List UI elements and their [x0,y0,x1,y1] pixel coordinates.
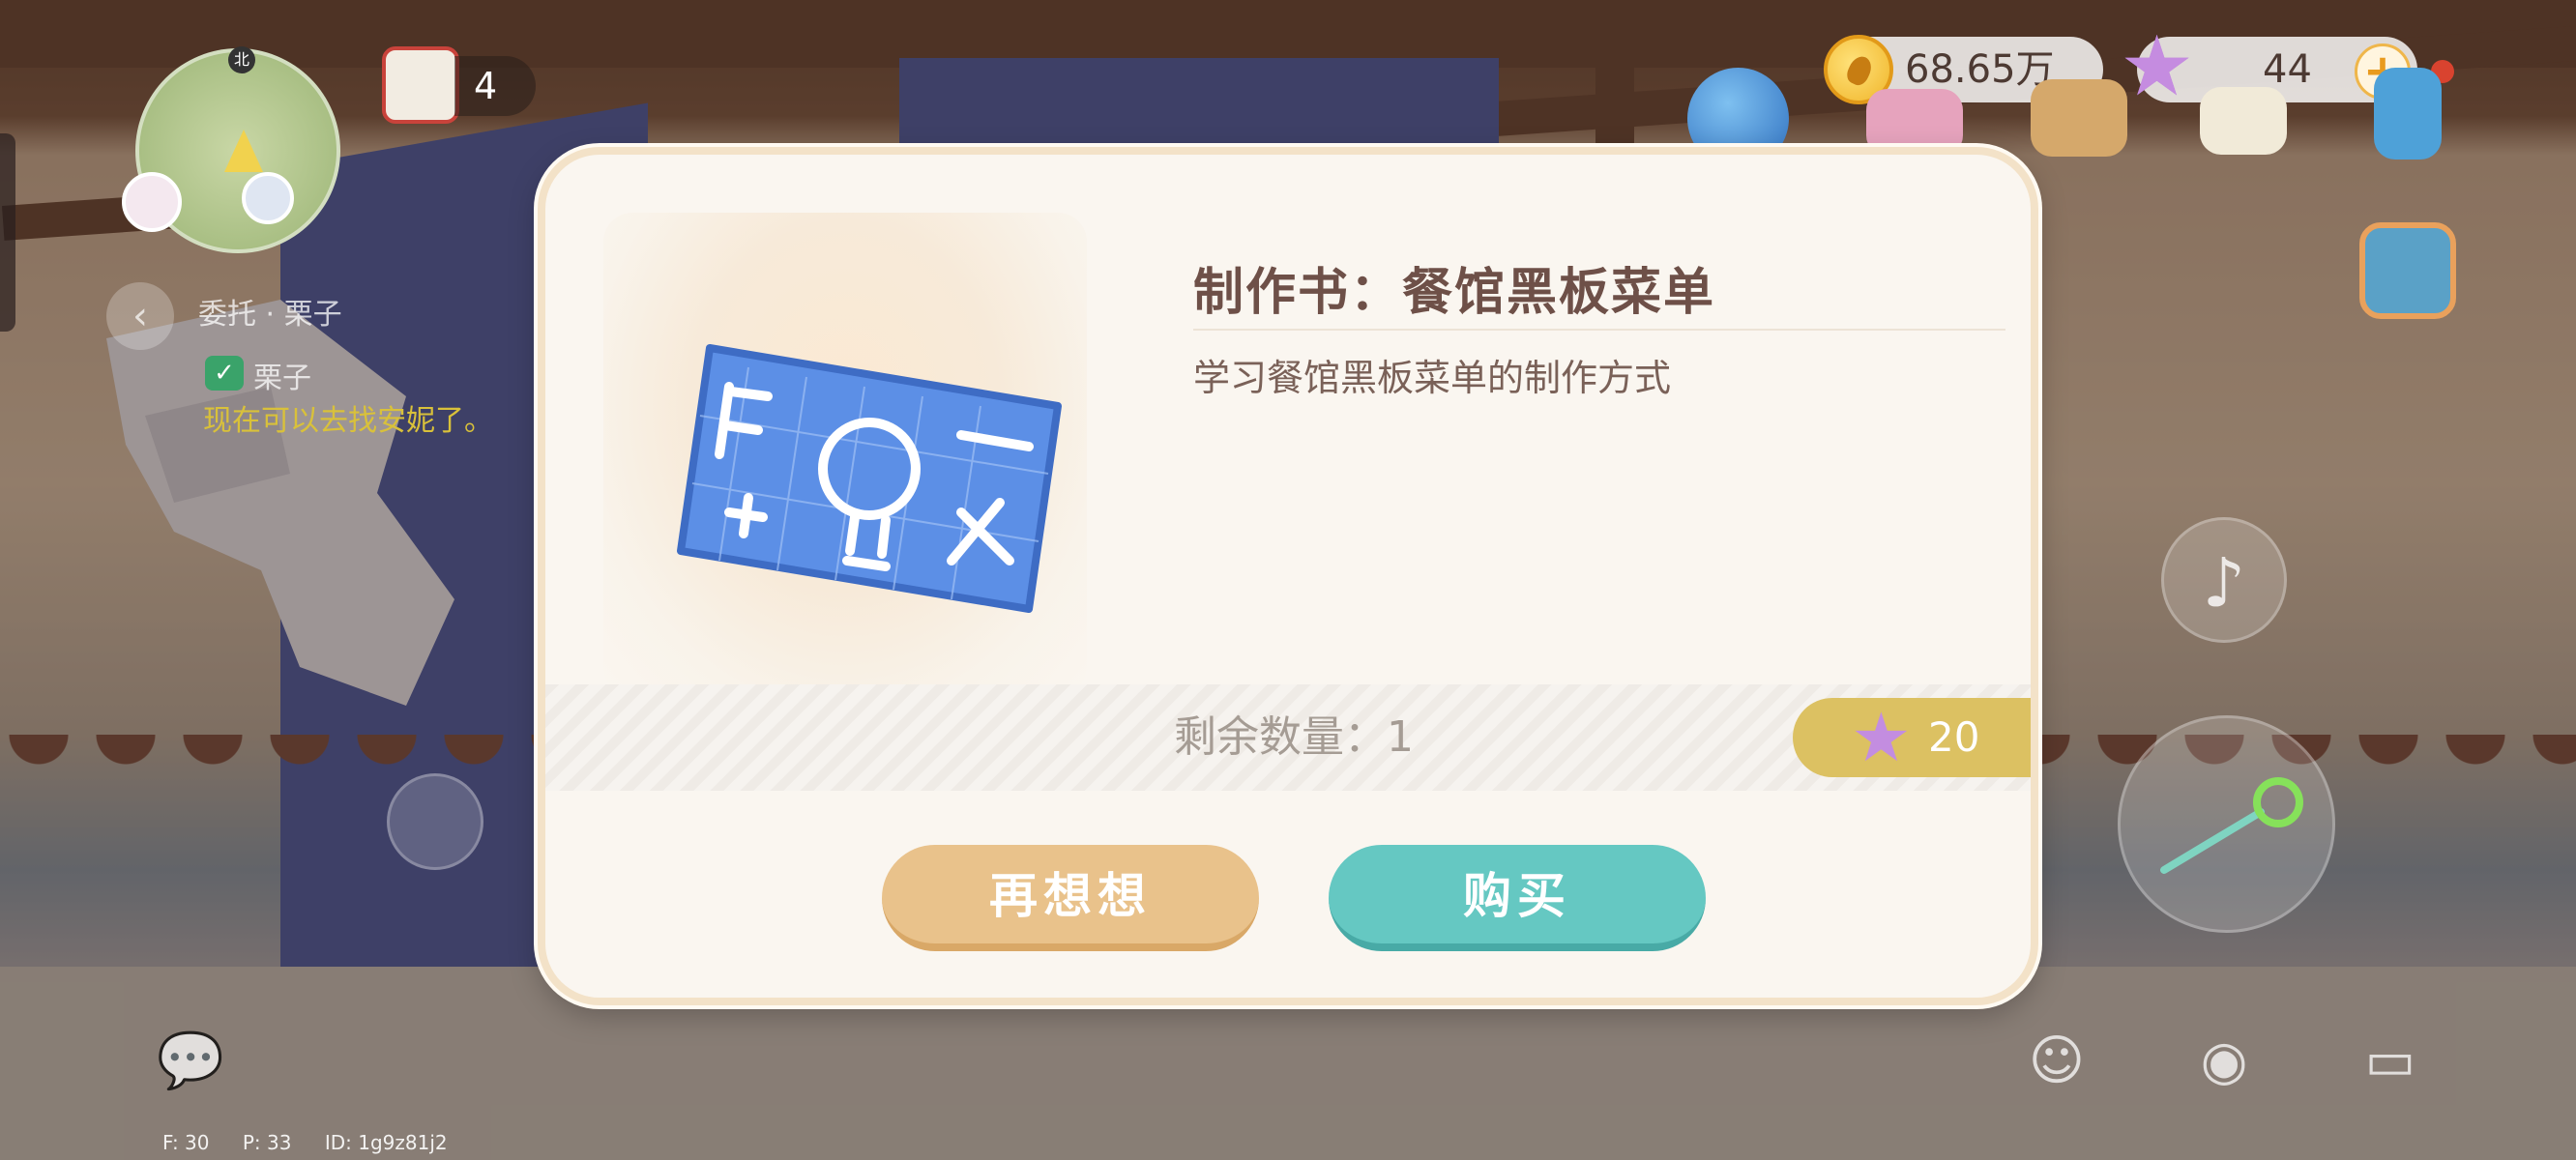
quest-back-icon[interactable]: ‹ [106,282,174,350]
quest-title[interactable]: 委托 · 栗子 [198,290,342,333]
camera-icon[interactable]: ◉ [2183,1025,2265,1098]
phone-icon[interactable] [2374,68,2442,160]
debug-info: F: 30 P: 33 ID: 1g9z81j2 [162,1131,475,1154]
quest-subtask: 栗子 [253,362,311,395]
avatar[interactable] [122,172,182,232]
fps-readout: F: 30 [162,1131,210,1154]
joystick[interactable] [387,773,483,870]
player-marker-icon [224,130,263,172]
remaining-quantity: 剩余数量：1 [1174,712,1414,762]
check-icon: ✓ [205,356,244,391]
calendar-count: 4 [454,56,536,116]
emoji-icon[interactable]: ☺ [2016,1025,2097,1098]
purchase-dialog: 制作书：餐馆黑板菜单 学习餐馆黑板菜单的制作方式 剩余数量：1 ★ 20 再想想… [538,147,2038,1005]
stock-row: 剩余数量：1 ★ 20 [545,684,2031,791]
star-icon: ★ [1851,698,1912,777]
item-description: 学习餐馆黑板菜单的制作方式 [1193,357,1672,399]
toolbox-icon[interactable]: ▭ [2350,1025,2431,1098]
chat-icon[interactable]: 💬 [150,1025,231,1098]
price-value: 20 [1928,713,1980,761]
blueprint-icon [677,344,1062,613]
quest-message: 现在可以去找安妮了。 [203,404,493,438]
side-handle[interactable] [0,133,15,332]
backpack-icon[interactable] [2359,222,2456,319]
pose-icon: ♪ [2202,543,2246,623]
north-marker: 北 [228,46,255,73]
ping-readout: P: 33 [242,1131,292,1154]
friend-avatar[interactable] [242,172,294,224]
item-title: 制作书：餐馆黑板菜单 [1193,264,1716,322]
buy-button[interactable]: 购买 [1329,845,1706,951]
calendar-icon[interactable] [382,46,459,124]
star-icon: ★ [2120,18,2195,115]
bubble-wand-icon [2160,777,2303,874]
item-preview [603,213,1087,696]
pose-button[interactable]: ♪ [2161,517,2287,643]
session-id: ID: 1g9z81j2 [324,1131,448,1154]
home-icon[interactable] [2031,79,2127,157]
cancel-button[interactable]: 再想想 [882,845,1259,951]
shop-icon[interactable] [2200,87,2287,155]
title-divider [1193,329,2005,331]
price-tag: ★ 20 [1793,698,2031,777]
